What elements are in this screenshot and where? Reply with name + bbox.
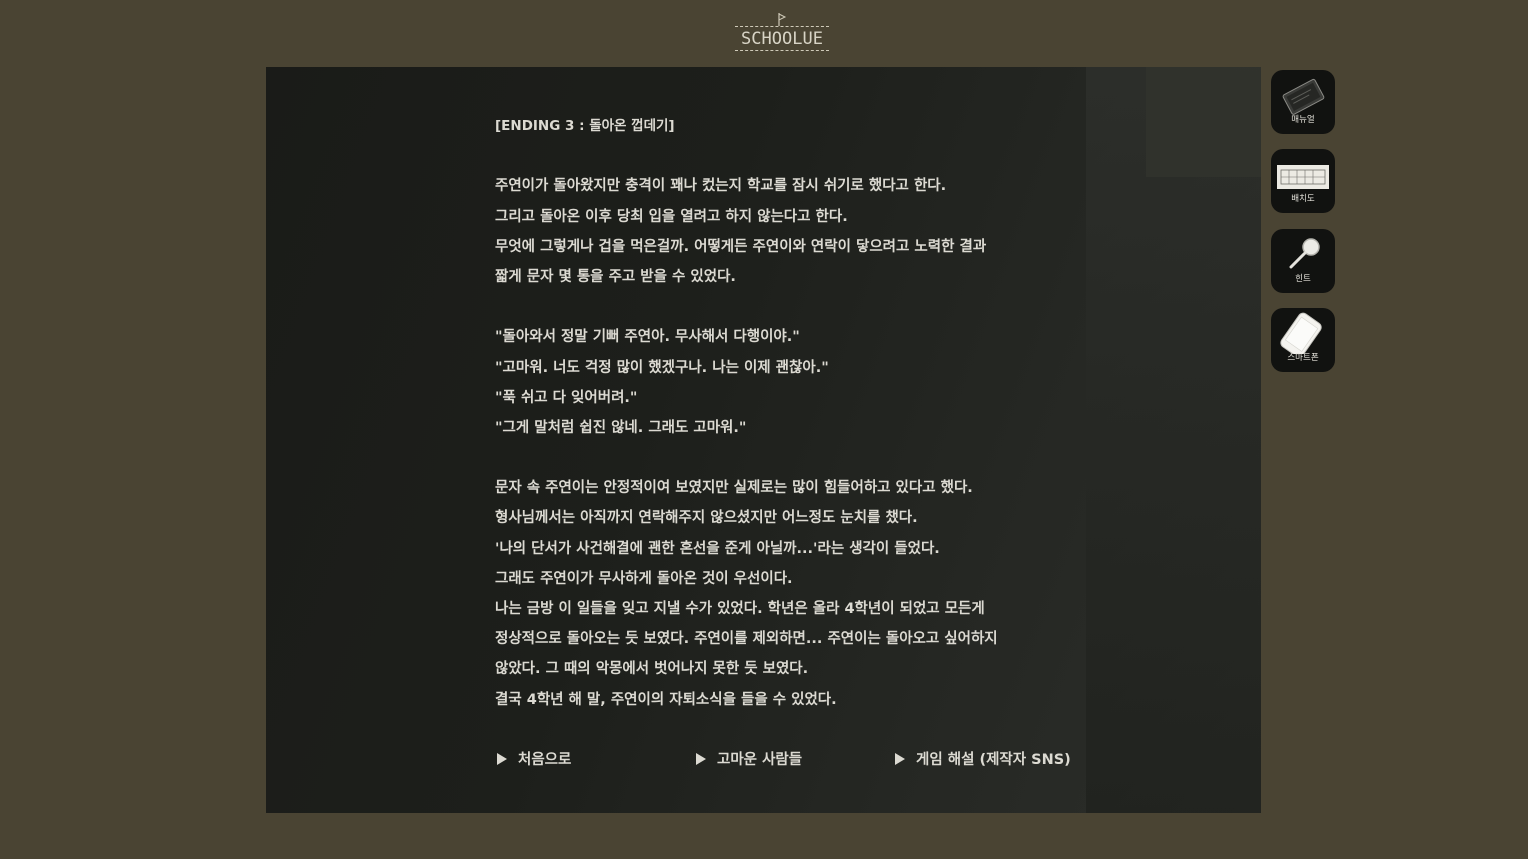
choice-label: 고마운 사람들 — [717, 752, 803, 768]
story-line: 무엇에 그렇게나 겁을 먹은걸까. 어떻게든 주연이와 연락이 닿으려고 노력한… — [495, 238, 987, 255]
logo-divider — [735, 50, 829, 51]
story-line: 주연이가 돌아왔지만 충격이 꽤나 컸는지 학교를 잠시 쉬기로 했다고 한다. — [495, 178, 947, 195]
choice-label: 게임 해설 (제작자 SNS) — [916, 752, 1071, 768]
dialogue-line: "고마워. 너도 걱정 많이 했겠구나. 나는 이제 괜찮아." — [495, 359, 829, 376]
play-arrow-icon — [497, 753, 507, 765]
manual-button[interactable]: 매뉴얼 — [1271, 70, 1335, 134]
magnifier-icon — [1289, 238, 1320, 269]
logo-divider — [735, 26, 829, 27]
smartphone-label: 스마트폰 — [1287, 353, 1319, 363]
dialogue-line: "푹 쉬고 다 잊어버려." — [495, 389, 638, 406]
story-line: 않았다. 그 때의 악몽에서 벗어나지 못한 듯 보였다. — [495, 661, 809, 678]
story-line: '나의 단서가 사건해결에 괜한 혼선을 준게 아닐까...'라는 생각이 들었… — [495, 540, 940, 557]
hint-button[interactable]: 힌트 — [1271, 229, 1335, 293]
smartphone-button[interactable]: 스마트폰 — [1271, 308, 1335, 372]
manual-icon — [1282, 78, 1325, 115]
story-line: 나는 금방 이 일들을 잊고 지낼 수가 있었다. 학년은 올라 4학년이 되었… — [495, 601, 985, 617]
hint-label: 힌트 — [1295, 274, 1311, 284]
logo-text: SCHOOLUE — [741, 29, 823, 49]
choice-label: 처음으로 — [518, 752, 572, 768]
dialogue-line: "그게 말처럼 쉽진 않네. 그래도 고마워." — [495, 419, 747, 436]
manual-label: 매뉴얼 — [1291, 115, 1315, 125]
ending-scene-panel: [ENDING 3 : 돌아온 껍데기] 주연이가 돌아왔지만 충격이 꽤나 컸… — [266, 67, 1261, 813]
restart-choice[interactable]: 처음으로 — [497, 747, 571, 773]
play-arrow-icon — [895, 753, 905, 765]
floor-plan-label: 배치도 — [1291, 194, 1315, 204]
story-line: 그리고 돌아온 이후 당최 입을 열려고 하지 않는다고 한다. — [495, 208, 848, 225]
game-logo: SCHOOLUE — [733, 12, 831, 54]
credits-choice[interactable]: 고마운 사람들 — [696, 747, 802, 773]
commentary-choice[interactable]: 게임 해설 (제작자 SNS) — [895, 747, 1071, 773]
play-arrow-icon — [696, 753, 706, 765]
floor-plan-icon — [1277, 165, 1329, 189]
story-line: 짧게 문자 몇 통을 주고 받을 수 있었다. — [495, 268, 736, 285]
floor-plan-button[interactable]: 배치도 — [1271, 149, 1335, 213]
smartphone-icon — [1280, 312, 1322, 354]
ending-story-text: [ENDING 3 : 돌아온 껍데기] 주연이가 돌아왔지만 충격이 꽤나 컸… — [495, 111, 1195, 715]
story-line: 그래도 주연이가 무사하게 돌아온 것이 우선이다. — [495, 570, 793, 587]
ending-choices: 처음으로 고마운 사람들 게임 해설 (제작자 SNS) — [495, 747, 1195, 773]
story-line: 문자 속 주연이는 안정적이여 보였지만 실제로는 많이 힘들어하고 있다고 했… — [495, 480, 973, 497]
story-line: 결국 4학년 해 말, 주연이의 자퇴소식을 들을 수 있었다. — [495, 691, 837, 708]
story-line: 형사님께서는 아직까지 연락해주지 않으셨지만 어느정도 눈치를 챘다. — [495, 510, 918, 527]
story-line: 정상적으로 돌아오는 듯 보였다. 주연이를 제외하면... 주연이는 돌아오고… — [495, 631, 998, 648]
dialogue-line: "돌아와서 정말 기뻐 주연아. 무사해서 다행이야." — [495, 329, 800, 346]
ending-title: [ENDING 3 : 돌아온 껍데기] — [495, 118, 675, 134]
flag-icon — [778, 13, 787, 26]
